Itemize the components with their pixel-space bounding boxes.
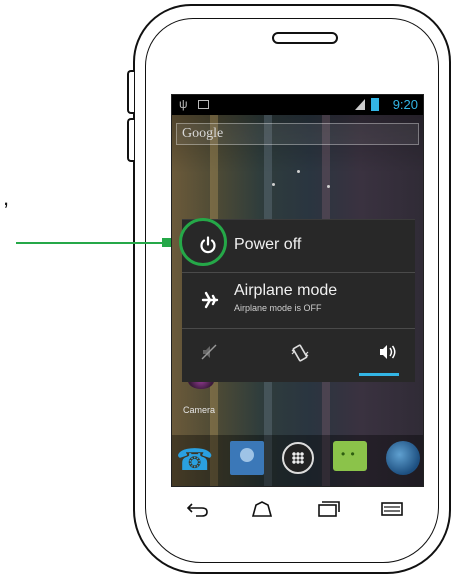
power-off-label: Power off bbox=[234, 236, 302, 253]
wallpaper-dot bbox=[297, 170, 300, 173]
status-time: 9:20 bbox=[392, 97, 418, 112]
vibrate-icon bbox=[291, 344, 309, 362]
volume-up-key[interactable] bbox=[127, 70, 134, 114]
selected-sound-indicator bbox=[359, 373, 399, 376]
vibrate-mode-button[interactable] bbox=[270, 335, 330, 373]
wallpaper-dot bbox=[272, 183, 275, 186]
messaging-icon[interactable] bbox=[333, 441, 367, 471]
usb-icon: ψ bbox=[179, 97, 188, 111]
sound-on-icon bbox=[380, 345, 396, 359]
menu-divider bbox=[182, 328, 415, 329]
stray-mark: , bbox=[3, 185, 10, 210]
image-notification-icon bbox=[198, 100, 209, 109]
home-key[interactable] bbox=[250, 500, 274, 518]
annotation-pointer-line bbox=[16, 242, 164, 244]
browser-icon[interactable] bbox=[386, 441, 420, 475]
airplane-mode-status: Airplane mode is OFF bbox=[234, 303, 322, 313]
sound-on-mode-button[interactable] bbox=[354, 335, 414, 373]
google-label: Google bbox=[182, 126, 224, 141]
silent-icon bbox=[201, 344, 217, 360]
phone-icon[interactable]: ☎ bbox=[176, 443, 213, 478]
airplane-mode-label: Airplane mode bbox=[234, 282, 338, 299]
power-off-highlight-circle bbox=[179, 218, 227, 266]
silent-mode-button[interactable] bbox=[184, 335, 244, 373]
back-key[interactable] bbox=[186, 500, 210, 518]
recent-apps-key[interactable] bbox=[316, 500, 340, 518]
apps-icon[interactable] bbox=[282, 442, 314, 474]
status-bar: ψ 9:20 bbox=[172, 95, 423, 115]
earpiece-speaker bbox=[272, 32, 338, 44]
contacts-icon[interactable] bbox=[230, 441, 264, 475]
google-search-bar[interactable]: Google bbox=[176, 123, 419, 145]
airplane-mode-item[interactable]: Airplane mode Airplane mode is OFF bbox=[182, 273, 415, 328]
menu-key[interactable] bbox=[380, 500, 404, 518]
apps-grid-icon bbox=[292, 452, 304, 464]
wallpaper-dot bbox=[327, 185, 330, 188]
annotation-pointer-tip bbox=[162, 238, 171, 247]
camera-label: Camera bbox=[183, 405, 216, 415]
battery-icon bbox=[371, 98, 379, 111]
airplane-icon bbox=[201, 291, 219, 309]
volume-down-key[interactable] bbox=[127, 118, 134, 162]
signal-icon bbox=[355, 99, 365, 110]
phone-screen: ψ 9:20 Google Camera ☎ Power off bbox=[171, 94, 424, 487]
